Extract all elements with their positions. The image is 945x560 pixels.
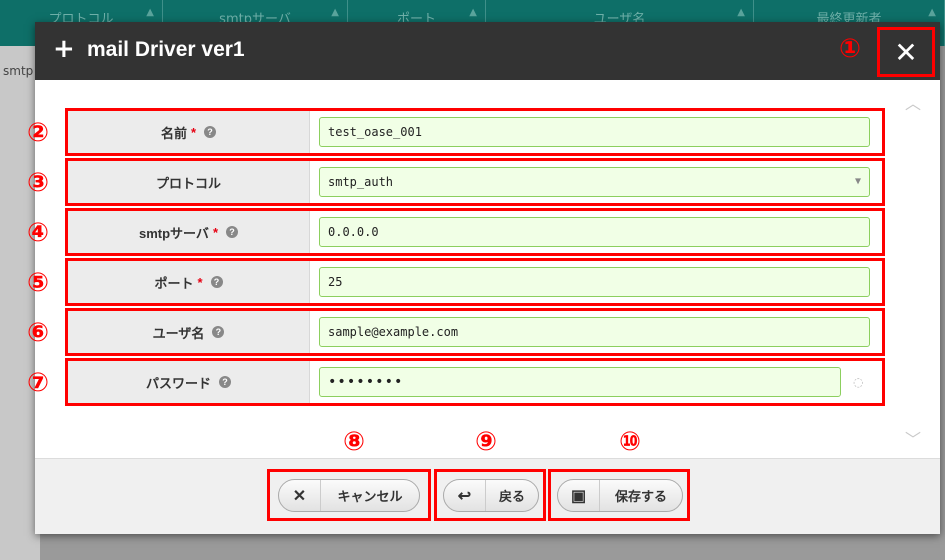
required-mark: *: [197, 274, 203, 290]
form-row-username: ユーザ名? sample@example.com: [65, 308, 885, 356]
annotation-6: ⑥: [26, 318, 49, 348]
password-input[interactable]: ••••••••: [319, 367, 841, 397]
mail-driver-modal: + mail Driver ver1 ① ✕ ︿ ② 名前 *? test_oas…: [27, 22, 940, 534]
annotation-10: ⑩: [618, 427, 641, 457]
field-label-protocol: プロトコル: [68, 161, 310, 203]
smtp-server-input[interactable]: 0.0.0.0: [319, 217, 870, 247]
annotation-5: ⑤: [26, 268, 49, 298]
modal-title: mail Driver ver1: [87, 38, 245, 61]
username-input[interactable]: sample@example.com: [319, 317, 870, 347]
required-mark: *: [212, 224, 218, 240]
show-password-icon[interactable]: ◌: [853, 375, 867, 389]
name-input[interactable]: test_oase_001: [319, 117, 870, 147]
background-side-text: smtp: [3, 64, 34, 78]
help-icon[interactable]: ?: [219, 376, 231, 388]
annotation-3: ③: [26, 168, 49, 198]
help-icon[interactable]: ?: [204, 126, 217, 138]
close-button[interactable]: ✕: [877, 27, 935, 77]
cancel-button-highlight: ✕ キャンセル: [267, 469, 431, 521]
field-label-username: ユーザ名?: [68, 311, 310, 353]
dropdown-arrow-icon: ▼: [854, 176, 861, 187]
required-mark: *: [190, 124, 197, 140]
form-row-protocol: プロトコル smtp_auth ▼: [65, 158, 885, 206]
port-input[interactable]: 25: [319, 267, 870, 297]
help-icon[interactable]: ?: [226, 226, 238, 238]
save-disk-icon: ▣: [558, 480, 600, 511]
scroll-down-icon[interactable]: ﹀: [905, 426, 921, 450]
back-button[interactable]: ↩ 戻る: [443, 479, 539, 512]
help-icon[interactable]: ?: [212, 326, 225, 338]
form-row-port: ポート *? 25: [65, 258, 885, 306]
modal-footer: ⑧ ✕ キャンセル ⑨ ↩ 戻る ⑩ ▣ 保存する: [35, 427, 940, 534]
reply-arrow-icon: ↩: [444, 480, 486, 511]
modal-header: + mail Driver ver1 ① ✕: [35, 22, 940, 80]
field-label-password: パスワード?: [68, 361, 310, 403]
form-row-password: パスワード? •••••••• ◌: [65, 358, 885, 406]
close-icon: ✕: [279, 480, 321, 511]
field-label-name: 名前 *?: [68, 111, 310, 153]
form-row-smtp-server: smtpサーバ *? 0.0.0.0: [65, 208, 885, 256]
modal-body: ︿ ② 名前 *? test_oase_001 ③ プロトコル smtp_auth…: [27, 80, 940, 458]
cancel-button[interactable]: ✕ キャンセル: [278, 479, 420, 512]
save-button-highlight: ▣ 保存する: [548, 469, 690, 521]
annotation-9: ⑨: [474, 427, 497, 457]
field-label-port: ポート *?: [68, 261, 310, 303]
scroll-up-icon[interactable]: ︿: [905, 90, 921, 114]
back-button-highlight: ↩ 戻る: [434, 469, 546, 521]
close-icon: ✕: [894, 35, 918, 69]
form-row-name: 名前 *? test_oase_001: [65, 108, 885, 156]
save-button[interactable]: ▣ 保存する: [557, 479, 683, 512]
annotation-7: ⑦: [26, 368, 49, 398]
field-label-smtp-server: smtpサーバ *?: [68, 211, 310, 253]
annotation-8: ⑧: [342, 427, 365, 457]
annotation-1: ①: [838, 34, 861, 64]
protocol-select[interactable]: smtp_auth ▼: [319, 167, 870, 197]
plus-icon: +: [53, 34, 75, 64]
annotation-2: ②: [26, 118, 49, 148]
help-icon[interactable]: ?: [210, 276, 223, 288]
annotation-4: ④: [26, 218, 49, 248]
